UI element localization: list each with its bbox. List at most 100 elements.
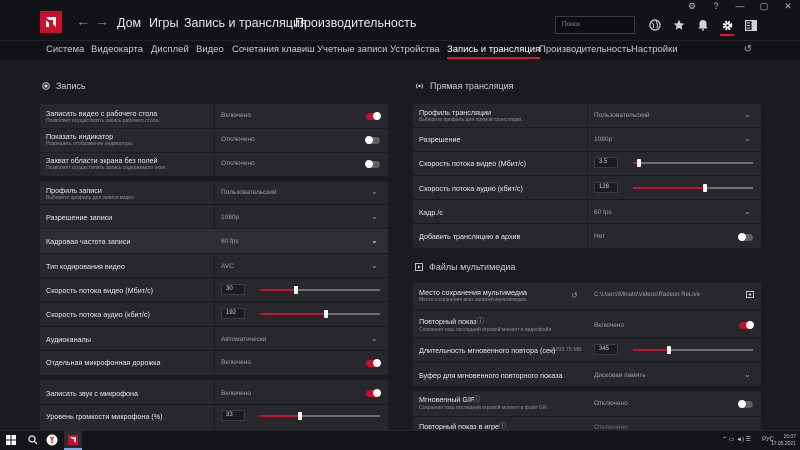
gear-icon[interactable]	[720, 18, 734, 36]
channels-value[interactable]: Автоматически	[221, 336, 266, 343]
record-profile-value[interactable]: Пользовательский	[221, 189, 277, 196]
indicator-toggle[interactable]	[365, 136, 380, 144]
chevron-down-icon[interactable]: ⌄	[744, 134, 751, 143]
star-icon[interactable]	[672, 18, 686, 32]
maximize-button[interactable]: ▢	[752, 0, 776, 12]
bell-icon[interactable]	[696, 18, 710, 32]
forward-button[interactable]: →	[95, 13, 109, 29]
record-vbitrate-slider[interactable]	[260, 286, 380, 294]
mic-track-value: Включено	[221, 359, 251, 366]
reset-icon[interactable]: ↺	[744, 44, 752, 55]
desktop-record-label: Записать видео с рабочего стола	[46, 109, 158, 118]
record-resolution-label: Разрешение записи	[46, 213, 113, 222]
chevron-down-icon[interactable]: ⌄	[744, 207, 751, 216]
stream-resolution-value[interactable]: 1080p	[594, 136, 612, 143]
desktop-record-toggle[interactable]	[366, 112, 381, 120]
row-divider	[40, 152, 388, 153]
tab-hotkeys[interactable]: Сочетания клавиш	[232, 44, 315, 55]
folder-icon[interactable]	[746, 291, 754, 300]
search-input[interactable]: Поиск	[555, 16, 635, 34]
close-button[interactable]: ✕	[776, 0, 800, 12]
tab-preferences[interactable]: Настройки	[631, 44, 678, 55]
search-icon[interactable]	[28, 435, 38, 447]
clock[interactable]: 15:07 17.05.2021	[771, 434, 796, 448]
chevron-down-icon[interactable]: ⌄	[371, 261, 378, 270]
record-icon	[42, 82, 50, 90]
chevron-down-icon[interactable]: ⌄	[371, 212, 378, 221]
settings-small-icon[interactable]: ⚙	[680, 0, 704, 12]
globe-icon[interactable]	[648, 18, 662, 32]
record-vbitrate-input[interactable]: 30	[221, 284, 245, 295]
stream-profile-value[interactable]: Пользовательский	[594, 112, 650, 119]
replay-toggle[interactable]	[739, 321, 754, 329]
chevron-down-icon[interactable]: ⌄	[744, 370, 751, 379]
replay-duration-label: Длительность мгновенного повтора (сек)	[419, 346, 556, 355]
mic-track-label: Отдельная микрофонная дорожка	[46, 358, 161, 367]
nav-games[interactable]: Игры	[149, 16, 178, 30]
indicator-label: Показать индикатор	[46, 132, 114, 141]
tab-graphics[interactable]: Видеокарта	[91, 44, 143, 55]
replay-buffer-value[interactable]: Дисковая память	[594, 372, 646, 379]
replay-label: Повторный показ	[419, 317, 477, 326]
tab-video[interactable]: Видео	[196, 44, 224, 55]
info-icon[interactable]: ⓘ	[473, 394, 480, 404]
tab-record-stream[interactable]: Запись и трансляция	[447, 44, 541, 59]
nav-record-stream[interactable]: Запись и трансляция	[184, 16, 307, 30]
windows-start-icon[interactable]	[6, 435, 16, 447]
gif-sub: Сохраняет ваш последний игровой момент в…	[419, 405, 548, 411]
indicator-value: Отключено	[221, 136, 255, 143]
sub-tab-bar: Система Видеокарта Дисплей Видео Сочетан…	[0, 40, 800, 60]
nav-performance[interactable]: Производительность	[295, 16, 416, 30]
codec-value[interactable]: AVC	[221, 263, 234, 270]
back-button[interactable]: ←	[76, 13, 90, 29]
indicator-sub: Разрешить отображение индикатора.	[46, 141, 133, 147]
tab-performance[interactable]: Производительность	[539, 44, 631, 55]
gif-toggle[interactable]	[738, 400, 753, 408]
amd-taskbar-icon[interactable]	[64, 431, 82, 450]
borderless-label: Захват области экрана без полей	[46, 156, 158, 165]
row-divider	[40, 128, 388, 129]
minimize-button[interactable]: —	[728, 0, 752, 12]
record-vbitrate-label: Скорость потока видео (Мбит/с)	[46, 286, 154, 295]
yandex-browser-icon[interactable]	[46, 434, 58, 448]
tab-devices[interactable]: Устройства	[390, 44, 440, 55]
row-divider	[413, 199, 761, 200]
info-icon[interactable]: ⓘ	[477, 316, 484, 326]
replay-duration-input[interactable]: 345	[594, 344, 618, 355]
tab-accounts[interactable]: Учетные записи	[317, 44, 387, 55]
tab-display[interactable]: Дисплей	[151, 44, 189, 55]
tray-icons[interactable]: ⌃ ▭ ◄) ☰	[722, 436, 751, 443]
record-fps-value[interactable]: 60 fps	[221, 238, 239, 245]
record-resolution-value[interactable]: 1080p	[221, 214, 239, 221]
stream-fps-value[interactable]: 60 fps	[594, 209, 612, 216]
record-abitrate-input[interactable]: 192	[221, 308, 245, 319]
clock-date: 17.05.2021	[770, 441, 796, 447]
nav-home[interactable]: Дом	[117, 16, 141, 30]
chevron-down-icon[interactable]: ⌄	[371, 334, 378, 343]
chevron-down-icon[interactable]: ⌄	[371, 187, 378, 196]
tab-system[interactable]: Система	[46, 44, 84, 55]
mic-record-toggle[interactable]	[366, 389, 381, 397]
sidebar-icon[interactable]	[744, 18, 758, 32]
codec-label: Тип кодирования видео	[46, 262, 125, 271]
archive-toggle[interactable]	[738, 233, 753, 241]
borderless-toggle[interactable]	[365, 160, 380, 168]
chevron-down-icon[interactable]: ⌄	[371, 236, 378, 245]
replay-duration-slider[interactable]	[633, 346, 753, 354]
stream-vbitrate-slider[interactable]	[633, 159, 753, 167]
stream-abitrate-slider[interactable]	[633, 184, 753, 192]
record-fps-label: Кадровая частота записи	[46, 237, 131, 246]
media-icon	[415, 263, 423, 271]
mic-volume-slider[interactable]	[260, 412, 380, 420]
mic-volume-input[interactable]: 33	[221, 410, 245, 421]
stream-vbitrate-input[interactable]: 3.5	[594, 157, 618, 168]
amd-logo[interactable]	[40, 11, 62, 33]
reset-path-icon[interactable]: ↺	[571, 291, 578, 300]
record-abitrate-slider[interactable]	[260, 310, 380, 318]
stream-abitrate-input[interactable]: 128	[594, 182, 618, 193]
save-path-sub: Место сохранения всех записей мультимеди…	[419, 297, 528, 303]
row-divider	[413, 127, 761, 128]
mic-track-toggle[interactable]	[366, 359, 381, 367]
chevron-down-icon[interactable]: ⌄	[744, 110, 751, 119]
help-icon[interactable]: ?	[704, 0, 728, 12]
